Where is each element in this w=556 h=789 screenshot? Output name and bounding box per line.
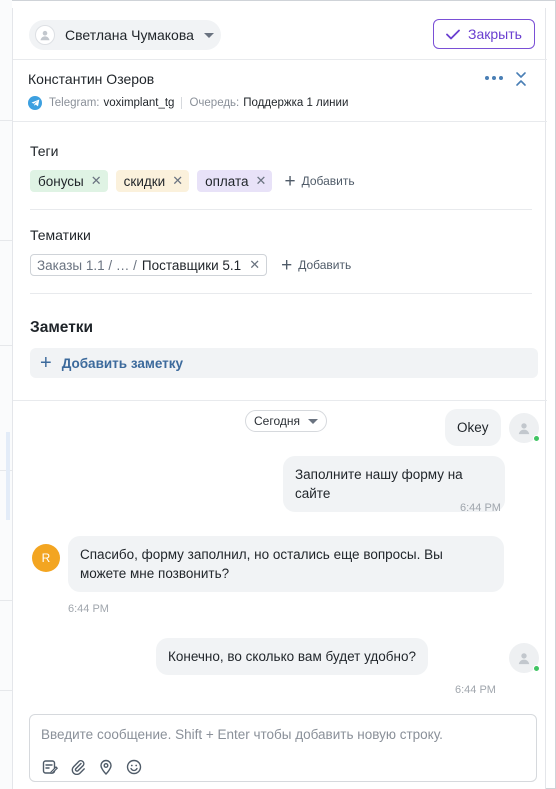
date-filter[interactable]: Сегодня: [245, 410, 327, 432]
topic-chip[interactable]: Заказы 1.1 / … / Поставщики 5.1 ✕: [30, 254, 268, 276]
more-options-icon[interactable]: [485, 76, 503, 80]
template-icon[interactable]: [42, 759, 59, 780]
check-icon: [446, 29, 460, 39]
message-text: Спасибо, форму заполнил, но остались еще…: [80, 547, 443, 581]
user-icon: [518, 423, 530, 435]
message-text: Okey: [457, 420, 489, 435]
tag-chip[interactable]: оплата ✕: [197, 170, 273, 192]
notes-title: Заметки: [30, 319, 94, 336]
close-button-label: Закрыть: [468, 26, 522, 42]
message-time: 6:44 PM: [460, 502, 501, 514]
channel-value: voximplant_tg: [103, 97, 175, 109]
online-status-dot: [533, 435, 540, 442]
close-chat-button[interactable]: Закрыть: [433, 19, 535, 49]
message-bubble: Спасибо, форму заполнил, но остались еще…: [68, 536, 504, 592]
panel-header: Светлана Чумакова Закрыть: [13, 8, 547, 60]
background-list-strip: [0, 0, 12, 789]
operator-avatar: [509, 413, 540, 443]
chevron-down-icon: [308, 418, 318, 424]
date-label: Сегодня: [254, 414, 300, 428]
topics-title: Тематики: [30, 227, 91, 243]
message-bubble: Okey: [445, 409, 501, 446]
tag-label: оплата: [205, 173, 249, 189]
queue-label: Очередь:: [189, 97, 240, 109]
telegram-icon: [28, 96, 42, 110]
composer-toolbar: [42, 759, 142, 780]
plus-icon: +: [284, 170, 296, 192]
message-time: 6:44 PM: [455, 684, 496, 696]
agent-name: Светлана Чумакова: [65, 27, 194, 43]
message-input[interactable]: Введите сообщение. Shift + Enter чтобы д…: [29, 714, 537, 782]
chat-panel: Светлана Чумакова Закрыть Константин Озе…: [12, 8, 547, 789]
add-tag-button[interactable]: + Добавить: [284, 172, 354, 191]
contact-info: Константин Озеров Telegram: voximplant_t…: [13, 60, 547, 122]
collapse-icon[interactable]: [515, 71, 527, 92]
add-note-label: Добавить заметку: [61, 355, 184, 371]
contact-meta: Telegram: voximplant_tg Очередь: Поддерж…: [28, 96, 348, 110]
tag-chip[interactable]: скидки ✕: [115, 170, 190, 192]
topics-list: Заказы 1.1 / … / Поставщики 5.1 ✕ + Доба…: [30, 254, 351, 276]
agent-selector[interactable]: Светлана Чумакова: [29, 20, 221, 50]
tags-title: Теги: [30, 143, 59, 159]
message-text: Заполните нашу форму на сайте: [295, 467, 463, 501]
location-icon[interactable]: [98, 759, 114, 780]
tags-list: бонусы ✕ скидки ✕ оплата ✕ + Добавить: [30, 170, 355, 192]
tag-chip[interactable]: бонусы ✕: [30, 170, 108, 192]
client-avatar: R: [32, 544, 60, 572]
online-status-dot: [533, 665, 540, 672]
remove-icon[interactable]: ✕: [91, 173, 102, 189]
user-icon: [518, 653, 530, 665]
queue-value: Поддержка 1 линии: [243, 97, 349, 109]
topic-path-prefix: Заказы 1.1 / … /: [37, 257, 137, 273]
add-note-button[interactable]: + Добавить заметку: [30, 348, 538, 378]
message-text: Конечно, во сколько вам будет удобно?: [168, 649, 416, 664]
remove-icon[interactable]: ✕: [256, 173, 267, 189]
add-tag-label: Добавить: [301, 174, 355, 188]
message-placeholder: Введите сообщение. Shift + Enter чтобы д…: [41, 727, 443, 742]
message-time: 6:44 PM: [68, 603, 109, 615]
add-topic-label: Добавить: [298, 258, 352, 272]
add-topic-button[interactable]: + Добавить: [281, 256, 351, 275]
emoji-icon[interactable]: [126, 759, 142, 780]
remove-icon[interactable]: ✕: [249, 257, 260, 273]
contact-name: Константин Озеров: [28, 71, 155, 87]
plus-icon: +: [281, 254, 293, 276]
topic-path-last: Поставщики 5.1: [141, 257, 242, 273]
attach-icon[interactable]: [70, 759, 86, 780]
remove-icon[interactable]: ✕: [172, 173, 183, 189]
plus-icon: +: [40, 351, 52, 374]
operator-avatar: [509, 643, 540, 673]
message-bubble: Конечно, во сколько вам будет удобно?: [156, 638, 428, 675]
tag-label: бонусы: [38, 173, 84, 189]
channel-label: Telegram:: [49, 97, 100, 109]
user-icon: [35, 25, 55, 45]
tag-label: скидки: [123, 173, 166, 189]
chevron-down-icon: [203, 32, 214, 38]
